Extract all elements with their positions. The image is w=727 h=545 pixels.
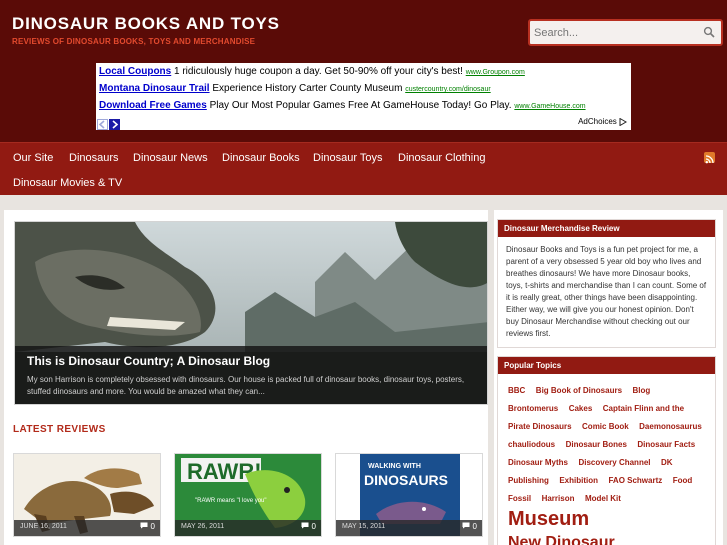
comment-icon [462, 522, 470, 529]
topics-widget-title: Popular Topics [498, 357, 715, 374]
about-widget-text: Dinosaur Books and Toys is a fun pet pro… [506, 245, 707, 338]
ad-row[interactable]: Local Coupons 1 ridiculously huge coupon… [99, 66, 525, 77]
ad-arrows [97, 117, 121, 135]
comment-count[interactable]: 0 [462, 522, 477, 531]
search-icon[interactable] [703, 26, 715, 38]
review-date: MAY 26, 2011 [181, 523, 225, 530]
nav-item-dinosaur-clothing[interactable]: Dinosaur Clothing [398, 152, 485, 164]
comment-count[interactable]: 0 [140, 522, 155, 531]
tag-link[interactable]: Cakes [569, 404, 593, 413]
tag-link[interactable]: Model Kit [585, 494, 621, 503]
adchoices-icon [619, 117, 627, 127]
review-card[interactable]: WALKING WITH DINOSAURS MAY 15, 2011 0 [335, 453, 483, 537]
featured-caption: This is Dinosaur Country; A Dinosaur Blo… [15, 346, 487, 404]
tag-link[interactable]: Comic Book [582, 422, 629, 431]
review-meta: MAY 15, 2011 0 [336, 520, 482, 536]
latest-reviews-heading: LATEST REVIEWS [13, 424, 106, 435]
tag-link[interactable]: Harrison [542, 494, 575, 503]
ad-text: 1 ridiculously huge coupon a day. Get 50… [171, 66, 466, 77]
tag-link[interactable]: Blog [632, 386, 650, 395]
review-card[interactable]: RAWR! "RAWR means "I love you" MAY 26, 2… [174, 453, 322, 537]
review-meta: JUNE 16, 2011 0 [14, 520, 160, 536]
ad-link[interactable]: Download Free Games [99, 100, 207, 111]
comment-count-value: 0 [472, 522, 477, 531]
search-box[interactable] [528, 19, 723, 46]
comment-icon [140, 522, 148, 529]
comment-count[interactable]: 0 [301, 522, 316, 531]
ad-text: Play Our Most Popular Games Free At Game… [206, 100, 515, 111]
about-widget-title: Dinosaur Merchandise Review [498, 220, 715, 237]
rss-icon[interactable] [704, 152, 715, 164]
review-card[interactable]: JUNE 16, 2011 0 [13, 453, 161, 537]
search-input[interactable] [534, 24, 699, 41]
tag-link[interactable]: Brontomerus [508, 404, 558, 413]
review-date: MAY 15, 2011 [342, 523, 386, 530]
thumbnail-subtitle: WALKING WITH [368, 463, 421, 470]
ad-text: Experience History Carter County Museum [209, 83, 406, 94]
featured-post[interactable]: This is Dinosaur Country; A Dinosaur Blo… [14, 221, 488, 405]
thumbnail-title: DINOSAURS [364, 472, 448, 488]
topics-widget: Popular Topics BBC Big Book of Dinosaurs… [497, 356, 716, 545]
tag-link[interactable]: Big Book of Dinosaurs [536, 386, 622, 395]
featured-title[interactable]: This is Dinosaur Country; A Dinosaur Blo… [27, 354, 270, 368]
tag-link[interactable]: New Dinosaur [508, 534, 615, 545]
nav-item-dinosaurs[interactable]: Dinosaurs [69, 152, 119, 164]
site-header: DINOSAUR BOOKS AND TOYS REVIEWS OF DINOS… [0, 0, 727, 142]
adchoices-label: AdChoices [578, 117, 617, 126]
nav-item-dinosaur-toys[interactable]: Dinosaur Toys [313, 152, 383, 164]
tag-link[interactable]: BBC [508, 386, 525, 395]
thumbnail-caption: "RAWR means "I love you" [195, 498, 267, 504]
nav-item-dinosaur-books[interactable]: Dinosaur Books [222, 152, 300, 164]
adchoices-link[interactable]: AdChoices [578, 117, 627, 127]
ad-banner: Local Coupons 1 ridiculously huge coupon… [96, 63, 631, 130]
comment-count-value: 0 [311, 522, 316, 531]
tag-link[interactable]: Discovery Channel [578, 458, 650, 467]
ad-url[interactable]: www.GameHouse.com [514, 103, 585, 110]
review-date: JUNE 16, 2011 [20, 523, 67, 530]
main-content: This is Dinosaur Country; A Dinosaur Blo… [4, 210, 488, 545]
tag-link[interactable]: Dinosaur Facts [637, 440, 695, 449]
about-widget: Dinosaur Merchandise Review Dinosaur Boo… [497, 219, 716, 348]
tag-link[interactable]: Fossil [508, 494, 531, 503]
main-nav: Our Site Dinosaurs Dinosaur News Dinosau… [0, 142, 727, 195]
ad-prev-icon[interactable] [97, 119, 108, 130]
ad-link[interactable]: Montana Dinosaur Trail [99, 83, 210, 94]
tag-link[interactable]: Food [673, 476, 693, 485]
tag-link[interactable]: Exhibition [559, 476, 598, 485]
review-meta: MAY 26, 2011 0 [175, 520, 321, 536]
tag-cloud: BBC Big Book of Dinosaurs Blog Brontomer… [498, 374, 715, 545]
ad-row[interactable]: Montana Dinosaur Trail Experience Histor… [99, 83, 491, 94]
comment-count-value: 0 [150, 522, 155, 531]
nav-item-dinosaur-news[interactable]: Dinosaur News [133, 152, 208, 164]
tag-link[interactable]: Dinosaur Bones [566, 440, 627, 449]
site-tagline: REVIEWS OF DINOSAUR BOOKS, TOYS AND MERC… [12, 37, 256, 46]
site-title[interactable]: DINOSAUR BOOKS AND TOYS [12, 14, 280, 34]
tag-link[interactable]: FAO Schwartz [608, 476, 662, 485]
ad-next-icon[interactable] [109, 119, 120, 130]
comment-icon [301, 522, 309, 529]
ad-url[interactable]: www.Groupon.com [466, 69, 525, 76]
sidebar: Dinosaur Merchandise Review Dinosaur Boo… [494, 210, 723, 545]
ad-row[interactable]: Download Free Games Play Our Most Popula… [99, 100, 586, 111]
featured-excerpt: My son Harrison is completely obsessed w… [27, 375, 465, 396]
tag-link[interactable]: Museum [508, 508, 589, 530]
nav-item-our-site[interactable]: Our Site [13, 152, 53, 164]
tag-link[interactable]: Dinosaur Myths [508, 458, 568, 467]
nav-item-dinosaur-movies-tv[interactable]: Dinosaur Movies & TV [13, 177, 122, 189]
ad-url[interactable]: custercountry.com/dinosaur [405, 86, 490, 93]
ad-link[interactable]: Local Coupons [99, 66, 171, 77]
